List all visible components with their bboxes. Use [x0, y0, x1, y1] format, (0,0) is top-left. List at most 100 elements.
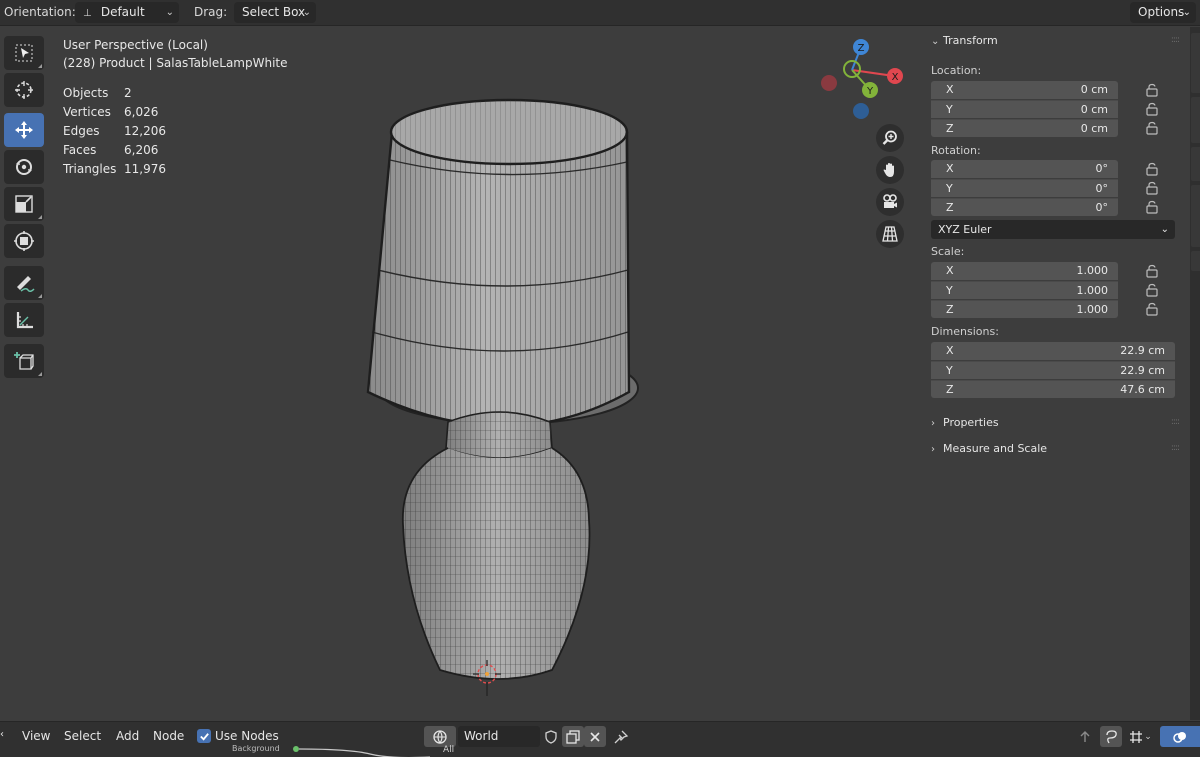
menu-node[interactable]: Node: [153, 729, 184, 743]
rotate-icon: [16, 159, 32, 175]
view-name: User Perspective (Local): [63, 38, 208, 52]
sidebar-properties-panel: ⌄ Transform :::: Location: X0 cm Y0 cm Z0…: [921, 27, 1189, 720]
dimensions-z-field[interactable]: Z 47.6 cm: [931, 380, 1175, 398]
menu-select[interactable]: Select: [64, 729, 101, 743]
drag-value: Select Box: [242, 5, 306, 19]
tab-animation[interactable]: [1191, 185, 1200, 247]
shield-icon: [545, 729, 557, 744]
add-cube-icon: [14, 352, 34, 370]
drag-grip-icon[interactable]: ::::: [1171, 35, 1180, 45]
drag-dropdown[interactable]: Select Box ⌄: [234, 2, 316, 23]
drag-grip-icon[interactable]: ::::: [1171, 417, 1180, 427]
unlock-icon[interactable]: [1145, 302, 1161, 316]
cursor-icon: [15, 81, 33, 99]
overlays-toggle-button[interactable]: [1160, 726, 1200, 747]
parent-tree-button[interactable]: [1074, 726, 1096, 747]
location-y-field[interactable]: Y0 cm: [931, 100, 1118, 118]
gizmo-neg-x[interactable]: [821, 75, 837, 91]
select-box-tool[interactable]: [4, 36, 44, 70]
rotation-z-field[interactable]: Z 0°: [931, 198, 1118, 216]
scale-x-field[interactable]: X 1.000: [931, 262, 1118, 280]
unlock-icon[interactable]: [1145, 162, 1161, 176]
world-globe-icon: [433, 729, 447, 744]
stat-row: Triangles 11,976: [63, 162, 166, 176]
tab-tool[interactable]: [1191, 97, 1200, 143]
location-x-field[interactable]: X0 cm: [931, 81, 1118, 99]
tab-item[interactable]: [1191, 33, 1200, 93]
move-icon: [15, 121, 33, 139]
arrow-up-icon: [1080, 730, 1090, 742]
transform-section-header[interactable]: ⌄ Transform: [931, 34, 998, 47]
active-object-name: (228) Product | SalasTableLampWhite: [63, 56, 288, 70]
unlock-icon[interactable]: [1145, 102, 1161, 116]
unlock-icon[interactable]: [1145, 264, 1161, 278]
transform-tool[interactable]: [4, 224, 44, 258]
location-z-field[interactable]: Z0 cm: [931, 119, 1118, 137]
transform-icon: [14, 231, 34, 251]
node-all-label: All: [443, 745, 455, 755]
measure-icon: [16, 312, 33, 329]
options-label: Options: [1138, 5, 1185, 19]
annotate-tool[interactable]: [4, 266, 44, 300]
chevron-down-icon: ⌄: [1144, 731, 1152, 742]
perspective-toggle-button[interactable]: [876, 220, 904, 248]
lamp-mesh-wireframe[interactable]: [340, 80, 660, 700]
unlock-icon[interactable]: [1145, 121, 1161, 135]
stat-row: Vertices 6,026: [63, 105, 159, 119]
cursor-tool[interactable]: [4, 73, 44, 107]
use-nodes-checkbox[interactable]: [197, 729, 211, 743]
unlock-icon[interactable]: [1145, 200, 1161, 214]
scale-tool[interactable]: [4, 187, 44, 221]
options-dropdown[interactable]: Options ⌄: [1130, 2, 1196, 23]
hand-pan-icon: [883, 163, 894, 177]
tab-extra[interactable]: [1191, 251, 1200, 271]
rotation-x-field[interactable]: X 0°: [931, 160, 1118, 178]
navigation-gizmo[interactable]: X Y Z: [812, 36, 912, 122]
zoom-button[interactable]: [876, 124, 904, 152]
node-background-label: Background: [232, 744, 280, 753]
checkmark-icon: [199, 732, 209, 741]
object-origin: [485, 672, 489, 676]
unlock-icon[interactable]: [1145, 283, 1161, 297]
move-tool[interactable]: [4, 113, 44, 147]
measure-scale-section-header[interactable]: › Measure and Scale: [931, 442, 1047, 455]
orientation-dropdown[interactable]: ⊥ Default ⌄: [75, 2, 179, 23]
viewport-info: User Perspective (Local) (228) Product |…: [63, 36, 288, 72]
gizmo-neg-z[interactable]: [853, 103, 869, 119]
editor-type-chevron-icon[interactable]: ‹: [0, 729, 4, 740]
scale-z-field[interactable]: Z 1.000: [931, 300, 1118, 318]
menu-view[interactable]: View: [22, 729, 50, 743]
rotate-tool[interactable]: [4, 150, 44, 184]
dimensions-x-field[interactable]: X 22.9 cm: [931, 342, 1175, 360]
select-box-icon: [15, 44, 33, 62]
orientation-value: Default: [100, 5, 145, 19]
add-cube-tool[interactable]: [4, 344, 44, 378]
snap-toggle-button[interactable]: [1100, 726, 1122, 747]
fake-user-button[interactable]: [540, 726, 562, 747]
menu-add[interactable]: Add: [116, 729, 139, 743]
rotation-y-field[interactable]: Y 0°: [931, 179, 1118, 197]
scale-icon: [15, 195, 33, 213]
orientation-label: Orientation:: [4, 5, 76, 19]
rotation-mode-dropdown[interactable]: XYZ Euler ⌄: [931, 220, 1175, 239]
gizmo-z-label: Z: [858, 43, 865, 54]
camera-view-button[interactable]: [876, 188, 904, 216]
pan-button[interactable]: [876, 156, 904, 184]
pin-button[interactable]: [610, 726, 632, 747]
scale-y-field[interactable]: Y 1.000: [931, 281, 1118, 299]
world-name-field[interactable]: World: [458, 726, 540, 747]
snap-element-dropdown[interactable]: ⌄: [1124, 726, 1156, 747]
duplicate-world-button[interactable]: [562, 726, 584, 747]
shader-editor-header: ‹ View Select Add Node Use Nodes World ⌄: [0, 721, 1200, 757]
dimensions-y-field[interactable]: Y 22.9 cm: [931, 361, 1175, 379]
properties-section-header[interactable]: › Properties: [931, 416, 999, 429]
tab-view[interactable]: [1191, 147, 1200, 181]
zoom-icon: [882, 130, 897, 145]
unlock-icon[interactable]: [1145, 83, 1161, 97]
unlock-icon[interactable]: [1145, 181, 1161, 195]
measure-tool[interactable]: [4, 303, 44, 337]
unlink-world-button[interactable]: [584, 726, 606, 747]
drag-grip-icon[interactable]: ::::: [1171, 443, 1180, 453]
chevron-down-icon: ⌄: [1160, 224, 1169, 235]
gizmo-y-label: Y: [866, 86, 874, 97]
